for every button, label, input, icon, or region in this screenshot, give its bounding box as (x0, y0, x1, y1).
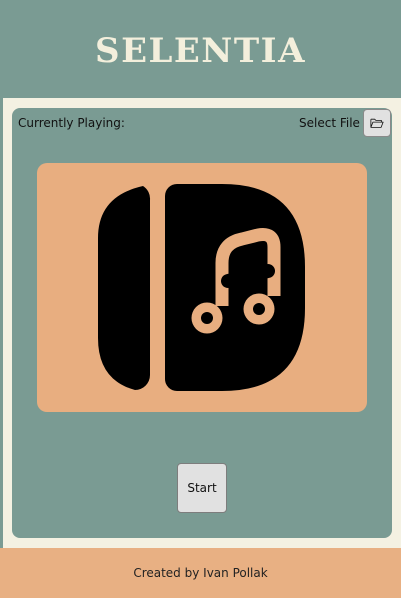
open-folder-icon (370, 118, 384, 128)
album-art (37, 163, 367, 412)
now-playing-label: Currently Playing: (18, 116, 125, 130)
footer-credit: Created by Ivan Pollak (133, 566, 268, 580)
music-library-icon (98, 184, 305, 391)
select-file-button[interactable] (363, 109, 391, 137)
app-title: SELENTIA (95, 31, 306, 71)
app-header: SELENTIA (0, 0, 401, 98)
select-file-label: Select File (299, 116, 360, 130)
app-footer: Created by Ivan Pollak (0, 548, 401, 598)
start-button[interactable]: Start (177, 463, 227, 513)
